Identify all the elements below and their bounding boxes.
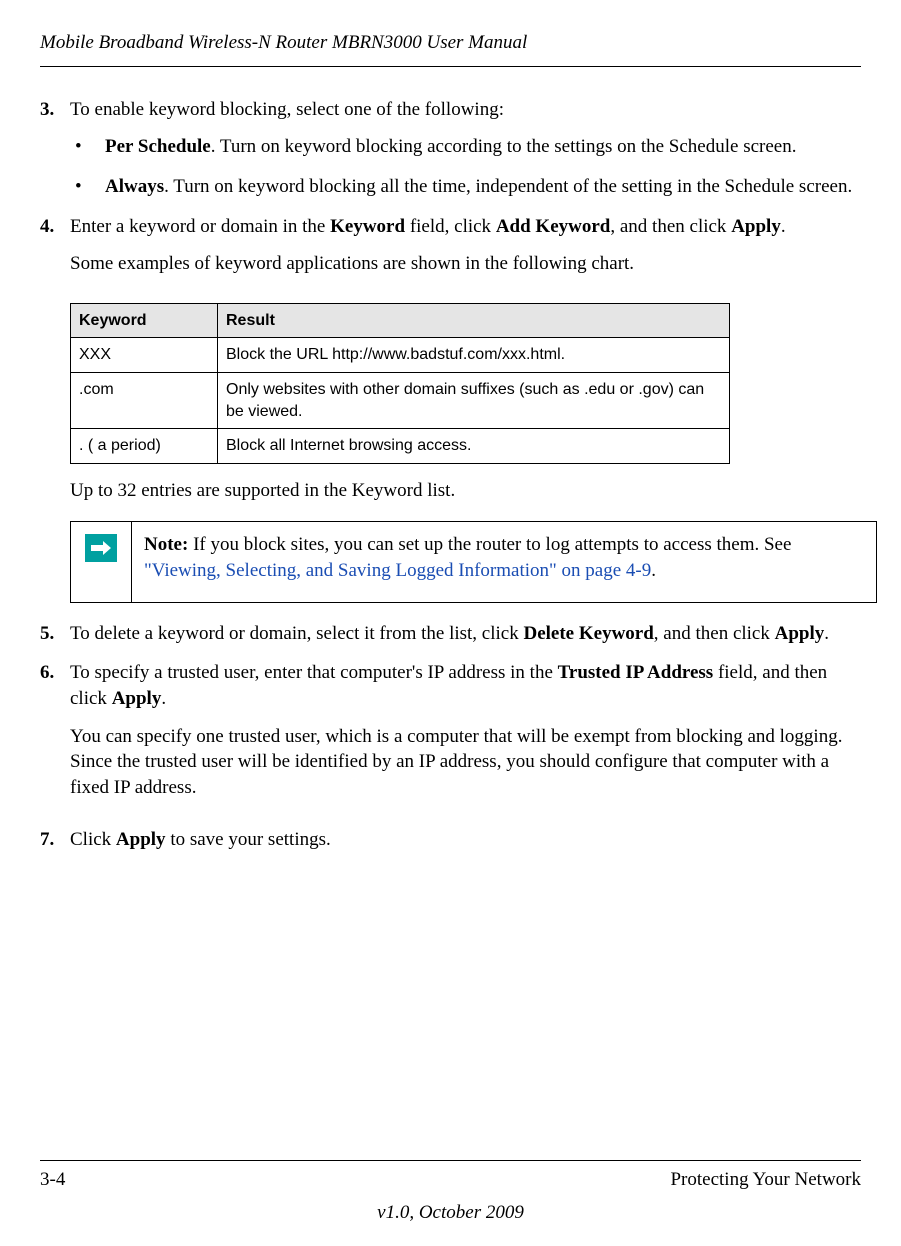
text: .: [781, 216, 786, 237]
table-row: .com Only websites with other domain suf…: [71, 373, 730, 429]
table-cell-keyword: . ( a period): [71, 429, 218, 464]
note-content: Note: If you block sites, you can set up…: [132, 522, 876, 601]
table-cell-result: Block the URL http://www.badstuf.com/xxx…: [218, 338, 730, 373]
table-cell-result: Only websites with other domain suffixes…: [218, 373, 730, 429]
text: to save your settings.: [166, 829, 331, 850]
bullet-item: • Always. Turn on keyword blocking all t…: [75, 174, 861, 200]
bullet-marker: •: [75, 174, 105, 200]
step-6: 6. To specify a trusted user, enter that…: [40, 660, 861, 812]
step-number: 5.: [40, 621, 70, 647]
table-cell-result: Block all Internet browsing access.: [218, 429, 730, 464]
step-3: 3. To enable keyword blocking, select on…: [40, 97, 861, 123]
page-footer: 3-4 Protecting Your Network v1.0, Octobe…: [40, 1160, 861, 1226]
after-table-text: Up to 32 entries are supported in the Ke…: [70, 478, 861, 504]
step-content: To enable keyword blocking, select one o…: [70, 97, 861, 123]
step-number: 7.: [40, 827, 70, 853]
footer-version: v1.0, October 2009: [40, 1200, 861, 1226]
step-paragraph: You can specify one trusted user, which …: [70, 724, 861, 801]
note-icon-cell: [71, 522, 132, 601]
step-content: Click Apply to save your settings.: [70, 827, 861, 853]
table-row: . ( a period) Block all Internet browsin…: [71, 429, 730, 464]
step-number: 3.: [40, 97, 70, 123]
text: .: [161, 688, 166, 709]
arrow-note-icon: [85, 534, 117, 562]
note-link[interactable]: "Viewing, Selecting, and Saving Logged I…: [144, 560, 651, 581]
page-header-title: Mobile Broadband Wireless-N Router MBRN3…: [40, 30, 861, 56]
text: , and then click: [654, 623, 775, 644]
step-content: To specify a trusted user, enter that co…: [70, 660, 861, 812]
text: Enter a keyword or domain in the: [70, 216, 330, 237]
text-bold: Apply: [731, 216, 781, 237]
footer-section: Protecting Your Network: [670, 1167, 861, 1193]
table-row: XXX Block the URL http://www.badstuf.com…: [71, 338, 730, 373]
text-bold: Apply: [112, 688, 162, 709]
table-cell-keyword: .com: [71, 373, 218, 429]
bullet-item: • Per Schedule. Turn on keyword blocking…: [75, 134, 861, 160]
page-number: 3-4: [40, 1167, 65, 1193]
table-header-result: Result: [218, 303, 730, 338]
table-cell-keyword: XXX: [71, 338, 218, 373]
footer-row: 3-4 Protecting Your Network: [40, 1167, 861, 1193]
table-header-row: Keyword Result: [71, 303, 730, 338]
footer-rule: [40, 1160, 861, 1161]
note-after: .: [651, 560, 656, 581]
text: .: [824, 623, 829, 644]
keyword-examples-table: Keyword Result XXX Block the URL http://…: [70, 303, 730, 464]
step-paragraph: Some examples of keyword applications ar…: [70, 251, 861, 277]
step-7: 7. Click Apply to save your settings.: [40, 827, 861, 853]
header-rule: [40, 66, 861, 67]
note-box: Note: If you block sites, you can set up…: [70, 521, 877, 602]
bullet-rest: . Turn on keyword blocking all the time,…: [164, 176, 852, 197]
text-bold: Keyword: [330, 216, 405, 237]
text: To specify a trusted user, enter that co…: [70, 662, 558, 683]
step-content: To delete a keyword or domain, select it…: [70, 621, 861, 647]
text: field, click: [405, 216, 496, 237]
text: , and then click: [610, 216, 731, 237]
text-bold: Apply: [775, 623, 825, 644]
step-number: 6.: [40, 660, 70, 812]
bullet-content: Always. Turn on keyword blocking all the…: [105, 174, 861, 200]
step-4: 4. Enter a keyword or domain in the Keyw…: [40, 214, 861, 289]
note-label: Note:: [144, 534, 188, 555]
bullet-bold: Per Schedule: [105, 136, 211, 157]
step-number: 4.: [40, 214, 70, 289]
text-bold: Delete Keyword: [523, 623, 653, 644]
step-line: Enter a keyword or domain in the Keyword…: [70, 214, 861, 240]
bullet-marker: •: [75, 134, 105, 160]
text: To delete a keyword or domain, select it…: [70, 623, 523, 644]
bullet-bold: Always: [105, 176, 164, 197]
step-content: Enter a keyword or domain in the Keyword…: [70, 214, 861, 289]
step-5: 5. To delete a keyword or domain, select…: [40, 621, 861, 647]
text-bold: Apply: [116, 829, 166, 850]
note-text: If you block sites, you can set up the r…: [188, 534, 791, 555]
text: Click: [70, 829, 116, 850]
bullet-rest: . Turn on keyword blocking according to …: [211, 136, 797, 157]
text-bold: Add Keyword: [496, 216, 611, 237]
table-header-keyword: Keyword: [71, 303, 218, 338]
step-line: To specify a trusted user, enter that co…: [70, 660, 861, 711]
text-bold: Trusted IP Address: [558, 662, 714, 683]
bullet-content: Per Schedule. Turn on keyword blocking a…: [105, 134, 861, 160]
